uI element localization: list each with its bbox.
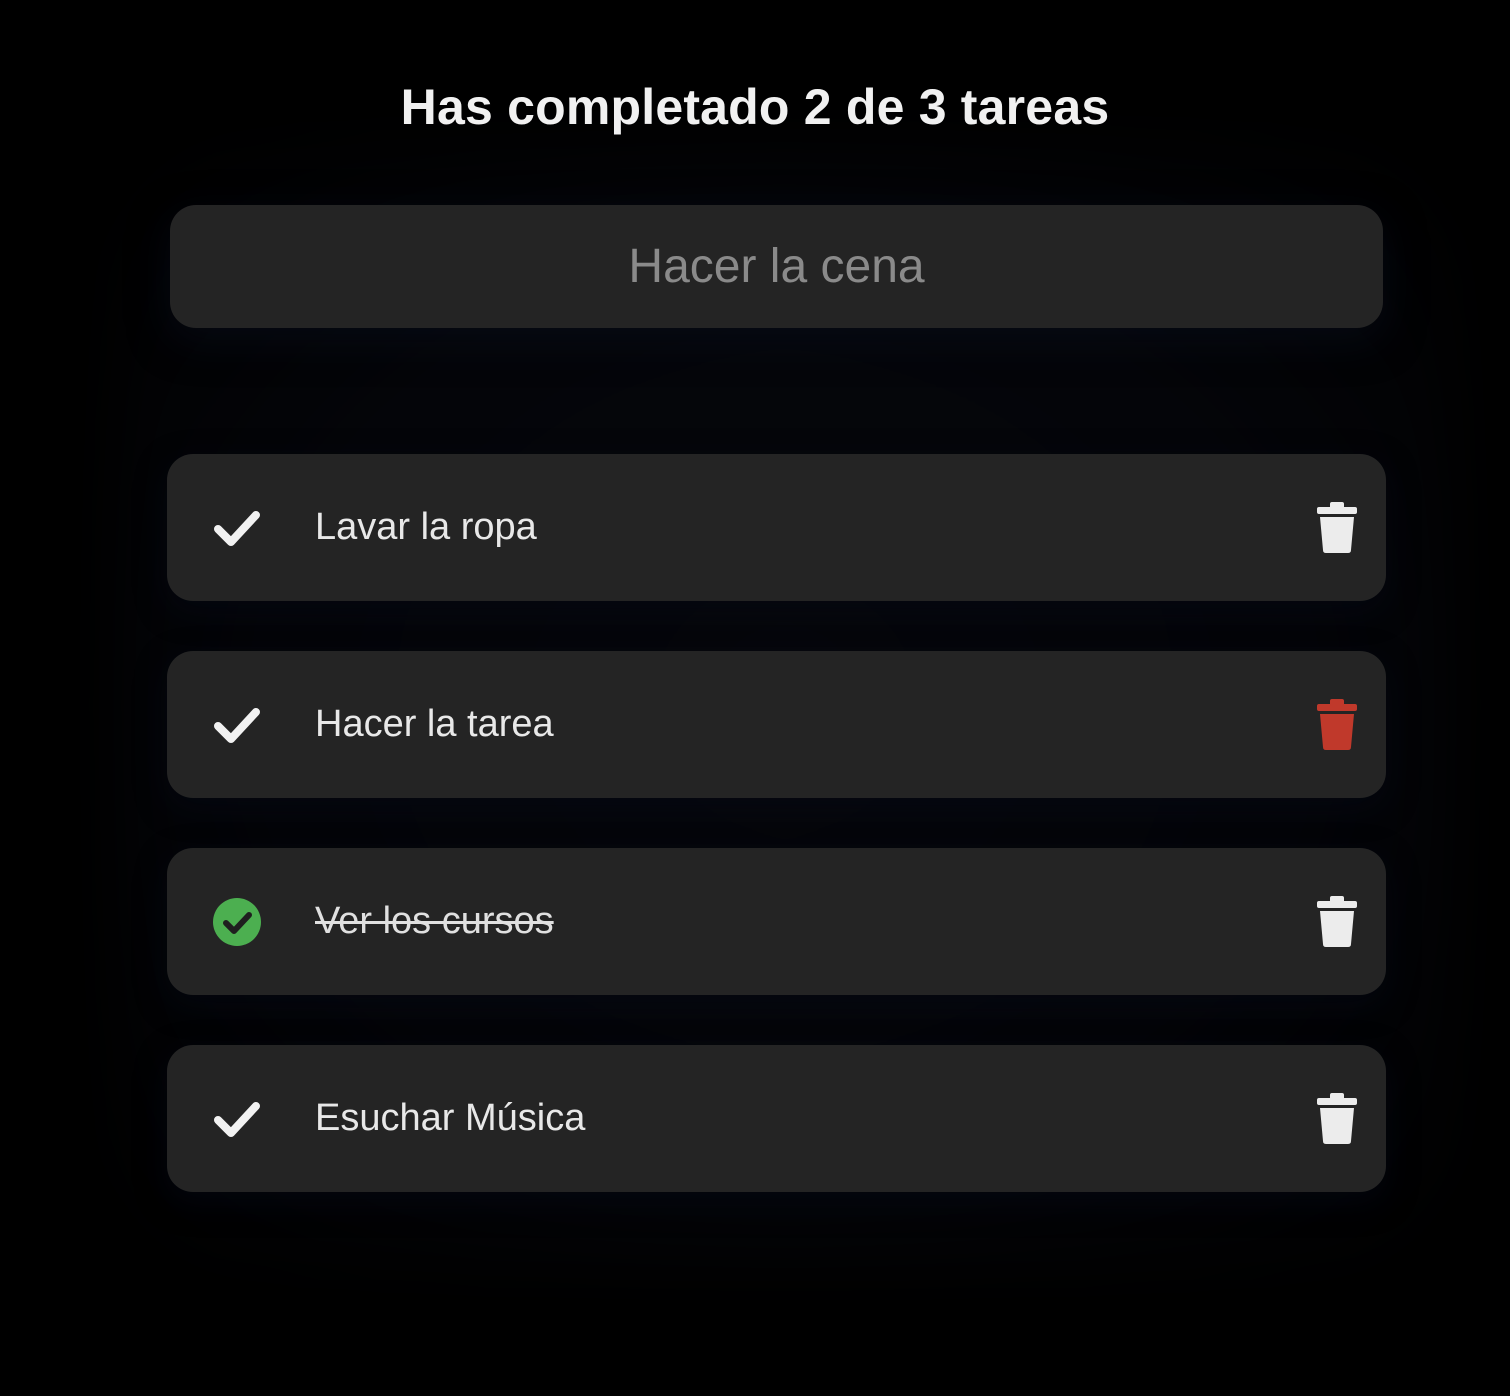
task-item: Hacer la tarea: [167, 651, 1386, 798]
task-item: Lavar la ropa: [167, 454, 1386, 601]
task-text: Ver los cursos: [315, 900, 554, 942]
new-task-input[interactable]: [170, 205, 1383, 328]
trash-icon[interactable]: [1315, 1093, 1359, 1145]
check-icon[interactable]: [211, 502, 263, 554]
task-item: Esuchar Música: [167, 1045, 1386, 1192]
task-text: Esuchar Música: [315, 1097, 586, 1139]
task-text: Lavar la ropa: [315, 506, 537, 548]
trash-icon[interactable]: [1315, 699, 1359, 751]
trash-icon[interactable]: [1315, 896, 1359, 948]
page-title: Has completado 2 de 3 tareas: [400, 79, 1110, 135]
trash-icon[interactable]: [1315, 502, 1359, 554]
check-circle-icon[interactable]: [211, 896, 263, 948]
task-list: Lavar la ropa Hacer la tarea Ver los cur…: [167, 454, 1386, 1242]
task-text: Hacer la tarea: [315, 703, 554, 745]
check-icon[interactable]: [211, 1093, 263, 1145]
check-icon[interactable]: [211, 699, 263, 751]
task-item: Ver los cursos: [167, 848, 1386, 995]
